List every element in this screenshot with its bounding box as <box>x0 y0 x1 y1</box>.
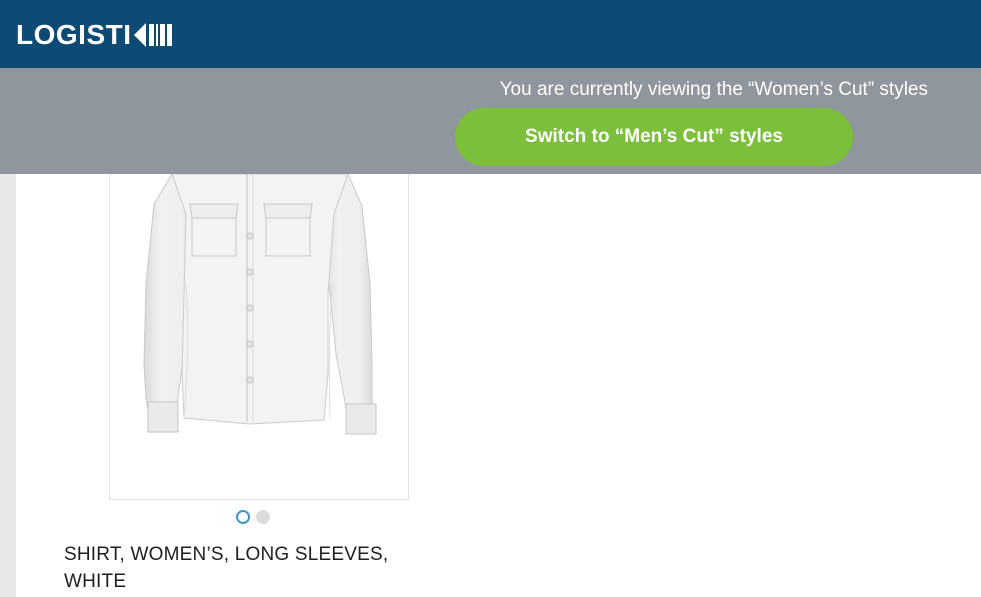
site-header: LOGISTI <box>0 0 981 68</box>
image-carousel-dots <box>236 510 276 524</box>
carousel-dot-1[interactable] <box>236 510 250 524</box>
left-rail <box>0 174 16 597</box>
switch-cut-button[interactable]: Switch to “Men’s Cut” styles <box>455 108 853 166</box>
product-title-line-1: SHIRT, WOMEN’S, LONG SLEEVES, <box>64 544 389 565</box>
style-cut-banner: You are currently viewing the “Women’s C… <box>0 68 981 174</box>
product-title[interactable]: SHIRT, WOMEN’S, LONG SLEEVES, WHITE <box>64 541 484 595</box>
banner-message: You are currently viewing the “Women’s C… <box>499 79 928 100</box>
carousel-dot-2[interactable] <box>256 510 270 524</box>
logo[interactable]: LOGISTI <box>16 20 174 50</box>
product-image[interactable] <box>109 174 409 500</box>
logistik-k-barcode-icon <box>133 23 174 47</box>
shirt-image-icon <box>143 174 377 435</box>
logo-text: LOGISTI <box>16 19 132 50</box>
page: LOGISTI You are currently viewing the “W… <box>0 0 981 597</box>
product-title-line-2: WHITE <box>64 571 127 592</box>
